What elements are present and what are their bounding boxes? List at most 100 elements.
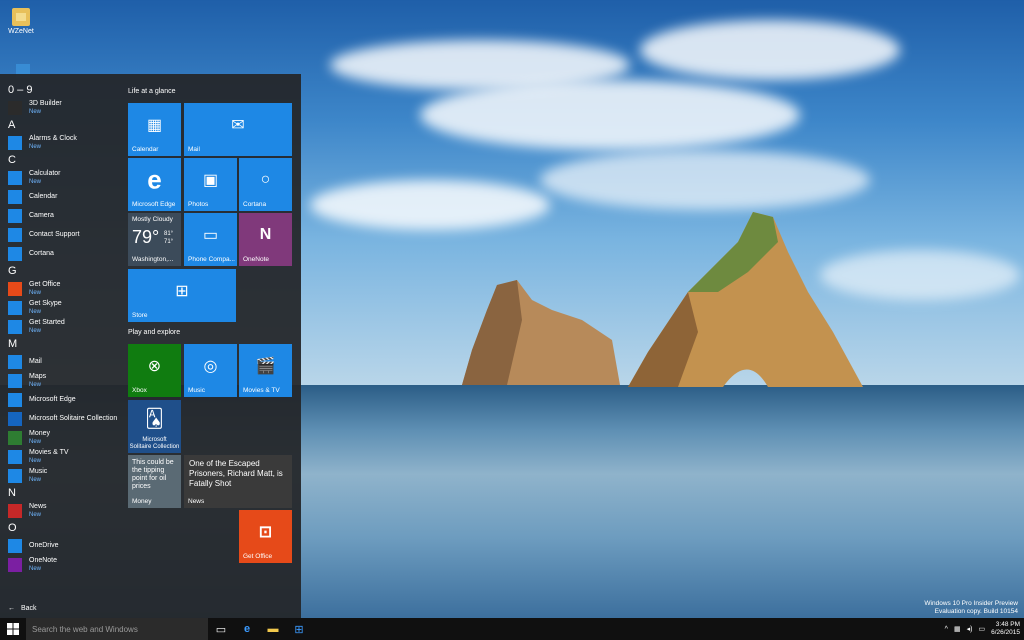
build-watermark: Windows 10 Pro Insider Preview Evaluatio…: [924, 600, 1018, 616]
taskbar: Search the web and Windows ▭ e ▬ ⊞ ^ ▦ ◂…: [0, 618, 1024, 640]
app-list-item[interactable]: Get Started New: [0, 317, 120, 336]
tile-mail[interactable]: ✉ Mail: [184, 103, 292, 156]
tile-money[interactable]: This could be the tipping point for oil …: [128, 455, 181, 508]
system-tray: ^ ▦ ◂) ▭ 3:48 PM 6/26/2015: [945, 618, 1020, 640]
app-name: Microsoft Solitaire Collection: [29, 415, 118, 422]
app-list-item[interactable]: OneDrive: [0, 536, 120, 555]
app-list-item[interactable]: Movies & TV New: [0, 447, 120, 466]
app-list-item[interactable]: Calendar: [0, 187, 120, 206]
section-header[interactable]: 0 – 9: [0, 82, 120, 98]
tile-microsoft-edge[interactable]: e Microsoft Edge: [128, 158, 181, 211]
film-icon: 🎬: [255, 358, 276, 376]
app-name: Maps: [29, 372, 47, 380]
tile-movies-tv[interactable]: 🎬 Movies & TV: [239, 344, 292, 397]
weather-temperature: 79°: [132, 227, 160, 247]
tile-label: Movies & TV: [243, 387, 280, 394]
calendar-icon: ▦: [146, 117, 163, 135]
action-center-icon[interactable]: ▭: [978, 625, 985, 633]
section-header[interactable]: O: [0, 520, 120, 536]
app-list-item[interactable]: Contact Support: [0, 225, 120, 244]
music-disc-icon: ◎: [203, 358, 218, 376]
tile-label: Photos: [188, 201, 209, 208]
cloud: [310, 180, 550, 230]
back-arrow-icon: ←: [8, 605, 15, 612]
app-name: News: [29, 502, 47, 510]
search-placeholder: Search the web and Windows: [32, 624, 138, 634]
section-header[interactable]: N: [0, 485, 120, 501]
tile-phone-companion[interactable]: ▭ Phone Compa...: [184, 213, 237, 266]
app-list-item[interactable]: Microsoft Edge: [0, 390, 120, 409]
watermark-line1: Windows 10 Pro Insider Preview: [924, 600, 1018, 607]
tile-label: Mail: [188, 146, 200, 153]
onenote-icon: N: [259, 226, 272, 244]
new-badge: New: [29, 381, 42, 388]
new-badge: New: [29, 565, 42, 572]
new-badge: New: [29, 308, 42, 315]
app-name: Get Started: [29, 318, 65, 326]
mail-icon: [8, 354, 22, 369]
app-list-item[interactable]: Calculator New: [0, 168, 120, 187]
app-list-item[interactable]: Get Office New: [0, 279, 120, 298]
tile-store[interactable]: ⊞ Store: [128, 269, 236, 322]
tile-label: Phone Compa...: [188, 256, 235, 263]
tile-label-line1: Microsoft: [142, 437, 167, 443]
tile-news[interactable]: One of the Escaped Prisoners, Richard Ma…: [184, 455, 292, 508]
phone-companion-icon: ▭: [202, 227, 219, 245]
playing-cards-icon: 🂡: [145, 408, 164, 429]
back-button[interactable]: ← Back: [8, 605, 37, 612]
tile-label: Store: [132, 312, 148, 319]
app-list-item[interactable]: 3D Builder New: [0, 98, 120, 117]
music-icon: [8, 468, 22, 483]
app-list-item[interactable]: Get Skype New: [0, 298, 120, 317]
app-list-item[interactable]: Maps New: [0, 371, 120, 390]
volume-icon[interactable]: ◂): [967, 625, 973, 633]
start-button[interactable]: [0, 618, 26, 640]
person-icon: [8, 227, 22, 242]
file-explorer-icon[interactable]: ▬: [260, 618, 286, 640]
app-list-item[interactable]: Camera: [0, 206, 120, 225]
tile-solitaire[interactable]: 🂡 Microsoft Solitaire Collection: [128, 400, 181, 453]
tile-get-office[interactable]: ⊡ Get Office: [239, 510, 292, 563]
tile-cortana[interactable]: ○ Cortana: [239, 158, 292, 211]
edge-taskbar-icon[interactable]: e: [234, 618, 260, 640]
office-icon: [8, 281, 22, 296]
news-icon: [8, 503, 22, 518]
app-name: Get Skype: [29, 299, 62, 307]
chevron-up-icon[interactable]: ^: [945, 626, 948, 633]
tile-xbox[interactable]: ⊗ Xbox: [128, 344, 181, 397]
folder-icon: [12, 8, 30, 26]
new-badge: New: [29, 289, 42, 296]
app-list-item[interactable]: Money New: [0, 428, 120, 447]
tile-onenote[interactable]: N OneNote: [239, 213, 292, 266]
app-name: Calendar: [29, 193, 58, 200]
tile-photos[interactable]: ▣ Photos: [184, 158, 237, 211]
app-list-item[interactable]: News New: [0, 501, 120, 520]
all-apps-list: 0 – 9 3D Builder New A Alarms & Clock New C Cal…: [0, 82, 120, 574]
app-list-item[interactable]: OneNote New: [0, 555, 120, 574]
section-header[interactable]: G: [0, 263, 120, 279]
store-taskbar-icon[interactable]: ⊞: [286, 618, 312, 640]
app-list-item[interactable]: Mail: [0, 352, 120, 371]
tile-weather[interactable]: Mostly Cloudy 79° 81° 71° Washington,...: [128, 213, 181, 266]
weather-low: 71°: [164, 239, 174, 245]
section-header[interactable]: M: [0, 336, 120, 352]
network-icon[interactable]: ▦: [954, 625, 961, 633]
clock[interactable]: 3:48 PM 6/26/2015: [991, 621, 1020, 637]
section-header[interactable]: C: [0, 152, 120, 168]
app-name: Alarms & Clock: [29, 134, 77, 142]
app-list-item[interactable]: Music New: [0, 466, 120, 485]
tile-music[interactable]: ◎ Music: [184, 344, 237, 397]
cortana-icon: ○: [260, 171, 271, 189]
task-view-icon[interactable]: ▭: [208, 618, 234, 640]
tile-calendar[interactable]: ▦ Calendar: [128, 103, 181, 156]
film-icon: [8, 449, 22, 464]
cortana-icon: [8, 246, 22, 261]
weather-high-low: 81° 71°: [164, 230, 173, 246]
search-box[interactable]: Search the web and Windows: [26, 618, 208, 640]
section-header[interactable]: A: [0, 117, 120, 133]
app-list-item[interactable]: Microsoft Solitaire Collection: [0, 409, 120, 428]
desktop-shortcut[interactable]: WZeNet: [6, 8, 36, 35]
app-list-item[interactable]: Alarms & Clock New: [0, 133, 120, 152]
app-name: Movies & TV: [29, 448, 69, 456]
app-list-item[interactable]: Cortana: [0, 244, 120, 263]
